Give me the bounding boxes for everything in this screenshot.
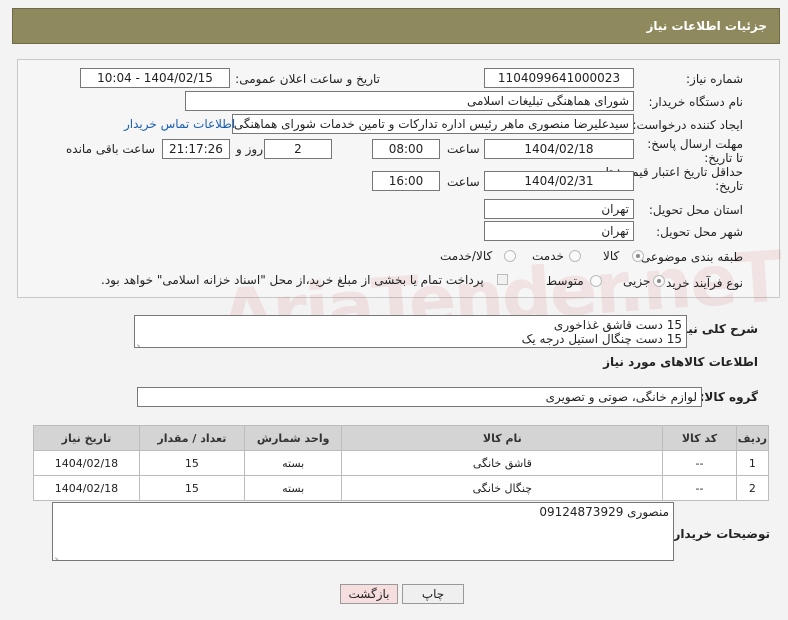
cell-row: 2 — [735, 475, 770, 501]
need-number-label: شماره نیاز: — [686, 72, 743, 86]
cell-row: 1 — [735, 450, 770, 476]
buyer-org-field: شورای هماهنگی تبلیغات اسلامی — [185, 91, 634, 111]
goods-group-label: گروه کالا: — [699, 390, 758, 404]
goods-group-field: لوازم خانگی، صوتی و تصویری — [137, 387, 702, 407]
cell-unit: بسته — [243, 475, 343, 501]
category-label: طبقه بندی موضوعی: — [636, 250, 743, 264]
need-number-field: 1104099641000023 — [484, 68, 634, 88]
province-field: تهران — [484, 199, 634, 219]
reply-deadline-label: مهلت ارسال پاسخ: تا تاریخ: — [647, 137, 743, 165]
col-name: نام کالا — [341, 425, 664, 451]
cell-need-date: 1404/02/18 — [33, 475, 140, 501]
price-validity-date-field: 1404/02/31 — [484, 171, 634, 191]
city-field: تهران — [484, 221, 634, 241]
buyer-org-label: نام دستگاه خریدار: — [648, 95, 744, 109]
city-label: شهر محل تحویل: — [656, 225, 743, 239]
treasury-payment-checkbox[interactable] — [497, 274, 508, 285]
category-service-radio[interactable] — [569, 250, 581, 262]
reply-time-field: 08:00 — [372, 139, 440, 159]
process-type-label: نوع فرآیند خرید : — [658, 276, 743, 290]
resize-grip-icon[interactable] — [55, 550, 63, 558]
resize-grip-icon[interactable] — [137, 337, 145, 345]
col-row: ردیف — [735, 425, 770, 451]
category-both-radio[interactable] — [504, 250, 516, 262]
col-need-date: تاریخ نیاز — [33, 425, 140, 451]
goods-section-title: اطلاعات کالاهای مورد نیاز — [603, 355, 758, 369]
cell-name: قاشق خانگی — [341, 450, 664, 476]
reply-hour-label: ساعت — [447, 142, 480, 156]
cell-name: چنگال خانگی — [341, 475, 664, 501]
col-unit: واحد شمارش — [243, 425, 343, 451]
category-service-label: خدمت — [532, 249, 564, 263]
remaining-time-field: 21:17:26 — [162, 139, 230, 159]
cell-unit: بسته — [243, 450, 343, 476]
treasury-payment-note: پرداخت تمام یا بخشی از مبلغ خرید،از محل … — [101, 273, 484, 287]
print-button[interactable]: چاپ — [402, 584, 464, 604]
announce-date-label: تاریخ و ساعت اعلان عمومی: — [235, 72, 380, 86]
goods-table: ردیف کد کالا نام کالا واحد شمارش تعداد /… — [33, 425, 770, 501]
remaining-time-label: ساعت باقی مانده — [66, 142, 156, 156]
goods-table-header: ردیف کد کالا نام کالا واحد شمارش تعداد /… — [33, 425, 770, 451]
reply-date-field: 1404/02/18 — [484, 139, 634, 159]
process-medium-radio[interactable] — [590, 275, 602, 287]
table-row: 2 -- چنگال خانگی بسته 15 1404/02/18 — [33, 475, 770, 501]
buyer-notes-text: منصوری 09124873929 — [539, 505, 669, 519]
category-goods-label: کالا — [603, 249, 620, 263]
col-quantity: تعداد / مقدار — [138, 425, 245, 451]
creator-field: سیدعلیرضا منصوری ماهر رئیس اداره تدارکات… — [232, 114, 634, 134]
table-row: 1 -- قاشق خانگی بسته 15 1404/02/18 — [33, 450, 770, 476]
back-button[interactable]: بازگشت — [340, 584, 398, 604]
creator-label: ایجاد کننده درخواست: — [632, 118, 743, 132]
buyer-notes-label: توضیحات خریدار: — [668, 527, 770, 541]
announce-date-field: 1404/02/15 - 10:04 — [80, 68, 230, 88]
cell-code: -- — [662, 475, 737, 501]
days-label: روز و — [236, 142, 263, 156]
description-line-2: 15 دست چنگال استیل درجه یک — [521, 332, 682, 346]
cell-need-date: 1404/02/18 — [33, 450, 140, 476]
page-header: جزئیات اطلاعات نیاز — [12, 8, 780, 44]
description-line-1: 15 دست قاشق غذاخوری — [553, 318, 682, 332]
process-medium-label: متوسط — [546, 274, 584, 288]
buyer-contact-link[interactable]: اطلاعات تماس خریدار — [124, 117, 235, 131]
price-validity-time-field: 16:00 — [372, 171, 440, 191]
process-minor-radio[interactable] — [653, 275, 665, 287]
category-both-label: کالا/خدمت — [440, 249, 493, 263]
buyer-notes-textarea[interactable]: منصوری 09124873929 — [52, 502, 674, 561]
cell-quantity: 15 — [138, 450, 245, 476]
need-description-textarea[interactable]: 15 دست قاشق غذاخوری 15 دست چنگال استیل د… — [134, 315, 687, 348]
price-hour-label: ساعت — [447, 175, 480, 189]
province-label: استان محل تحویل: — [648, 203, 743, 217]
col-code: کد کالا — [662, 425, 737, 451]
cell-code: -- — [662, 450, 737, 476]
page-title: جزئیات اطلاعات نیاز — [646, 19, 767, 33]
process-minor-label: جزیی — [623, 274, 651, 288]
cell-quantity: 15 — [138, 475, 245, 501]
days-remaining-field: 2 — [264, 139, 332, 159]
category-goods-radio[interactable] — [632, 250, 644, 262]
